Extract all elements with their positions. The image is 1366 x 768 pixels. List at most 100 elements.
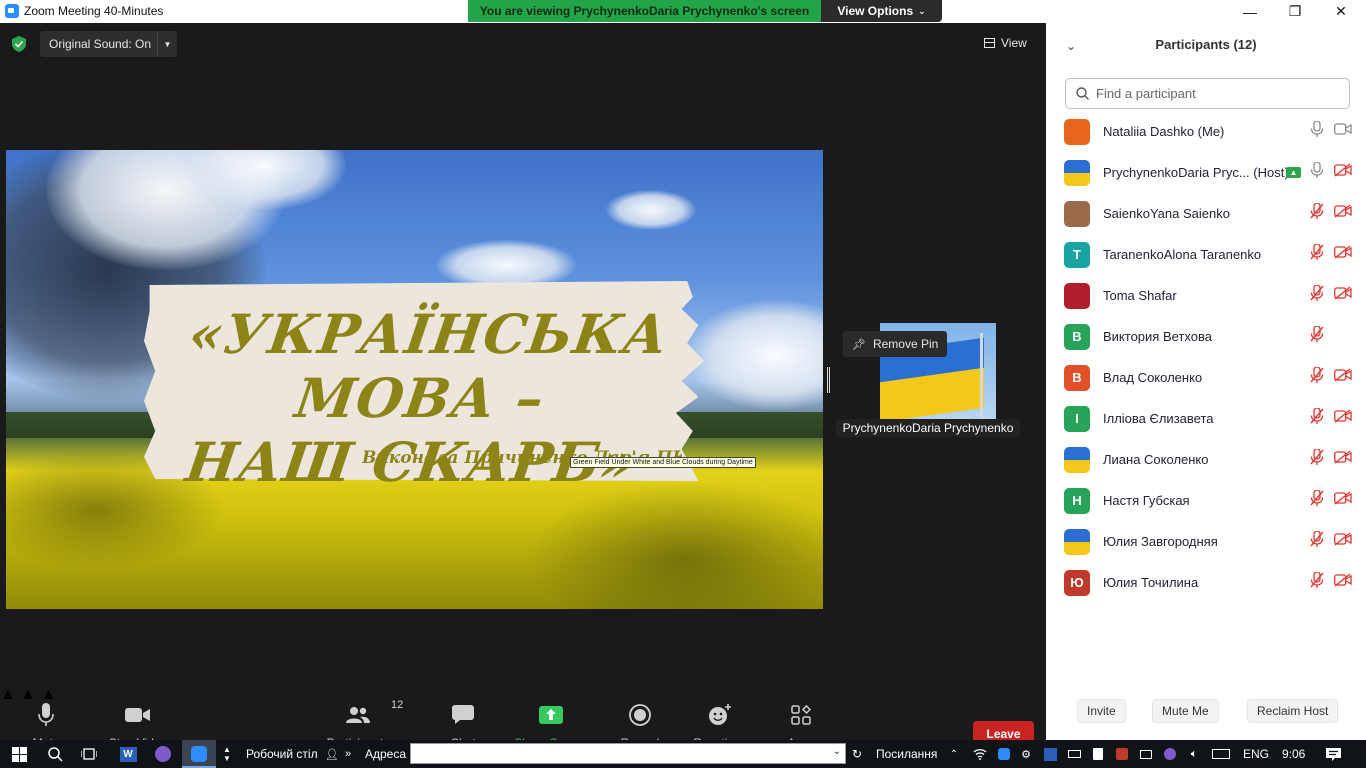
view-options-label: View Options [837, 4, 914, 18]
viber-tray-icon[interactable] [1162, 740, 1178, 768]
microphone-muted-icon[interactable] [1310, 448, 1324, 470]
participant-search[interactable] [1065, 78, 1350, 109]
task-view-icon[interactable] [76, 740, 102, 768]
participant-name: SaienkoYana Saienko [1103, 206, 1230, 221]
word-app-icon[interactable]: W [116, 740, 140, 768]
participant-row[interactable]: Юлия Завгородняя [1046, 521, 1366, 562]
minimize-button[interactable]: — [1227, 0, 1273, 23]
participant-status-icons [1310, 202, 1352, 224]
mute-options-caret-icon[interactable]: ▲ [0, 686, 16, 703]
invite-button[interactable]: Invite [1077, 699, 1126, 723]
video-camera-icon [125, 708, 150, 722]
participant-avatar: В [1064, 323, 1090, 350]
participant-status-icons [1310, 325, 1352, 347]
microphone-muted-icon[interactable] [1310, 366, 1324, 388]
participant-row[interactable]: Toma Shafar [1046, 275, 1366, 316]
window-title: Zoom Meeting 40-Minutes [24, 4, 164, 18]
settings-tray-icon[interactable]: ⚙︎ [1019, 740, 1033, 768]
participant-row[interactable]: І Ілліова Єлизавета [1046, 398, 1366, 439]
desktop-toolbar-label[interactable]: Робочий стіл [246, 740, 318, 768]
volume-icon[interactable]: 🔈︎ [1186, 740, 1202, 768]
caret-down-icon[interactable]: ▼ [157, 31, 177, 57]
zoom-taskbar-icon[interactable] [182, 740, 216, 768]
image-tooltip: Green Field Under White and Blue Clouds … [570, 457, 756, 468]
microphone-muted-icon[interactable] [1310, 489, 1324, 511]
keyboard-icon[interactable] [1210, 740, 1232, 768]
participant-name: Лиана Соколенко [1103, 452, 1209, 467]
participant-row[interactable]: PrychynenkoDaria Pryc... (Host) ▲ [1046, 152, 1366, 193]
notifications-icon[interactable] [1324, 740, 1342, 768]
mute-me-button[interactable]: Mute Me [1152, 699, 1219, 723]
participant-row[interactable]: Лиана Соколенко [1046, 439, 1366, 480]
participant-avatar: Ю [1064, 569, 1090, 596]
tray-app-icon[interactable] [1042, 740, 1058, 768]
microphone-muted-icon[interactable] [1310, 202, 1324, 224]
microphone-muted-icon[interactable] [1310, 284, 1324, 306]
restore-button[interactable]: ❐ [1272, 0, 1318, 23]
participant-row[interactable]: T TaranenkoAlona Taranenko [1046, 234, 1366, 275]
participant-row[interactable]: В Влад Соколенко [1046, 357, 1366, 398]
chevron-right-icon[interactable]: » [345, 740, 351, 768]
participant-row[interactable]: Н Настя Губская [1046, 480, 1366, 521]
shared-screen[interactable]: «УКРАЇНСЬКА МОВА – НАШ СКАРБ» Виконала П… [6, 150, 823, 609]
reactions-icon [709, 704, 731, 725]
view-options-button[interactable]: View Options ⌄ [821, 0, 942, 22]
viewing-screen-banner: You are viewing PrychynenkoDaria Prychyn… [468, 0, 821, 22]
participant-row[interactable]: SaienkoYana Saienko [1046, 193, 1366, 234]
microphone-muted-icon[interactable] [1310, 325, 1324, 347]
participant-row[interactable]: В Виктория Ветхова [1046, 316, 1366, 357]
search-icon [1076, 87, 1089, 100]
participant-row[interactable]: Nataliia Dashko (Me) [1046, 111, 1366, 152]
toolbar-scroll-icon[interactable]: ▲ ▼ [220, 740, 234, 768]
close-button[interactable]: ✕ [1318, 0, 1364, 23]
participant-avatar: В [1064, 364, 1090, 391]
language-indicator[interactable]: ENG [1243, 740, 1269, 768]
viber-app-icon[interactable] [150, 740, 176, 768]
address-input[interactable]: ⌄ [410, 743, 846, 764]
address-dropdown-icon[interactable]: ⌄ [833, 746, 841, 757]
participant-avatar: І [1064, 405, 1090, 432]
display-icon[interactable] [1138, 740, 1154, 768]
participant-row[interactable]: Ю Юлия Точилина [1046, 562, 1366, 603]
record-icon [629, 704, 651, 726]
microphone-muted-icon[interactable] [1310, 530, 1324, 552]
tray-expand-icon[interactable]: ⌃ [946, 740, 962, 768]
refresh-icon[interactable]: ↻ [850, 740, 864, 768]
participant-name: TaranenkoAlona Taranenko [1103, 247, 1262, 262]
remove-pin-button[interactable]: 📌︎ Remove Pin [843, 331, 948, 357]
participant-status-icons [1310, 284, 1352, 306]
participants-count: 12 [391, 699, 404, 711]
participant-name: Виктория Ветхова [1103, 329, 1212, 344]
clock[interactable]: 9:06 [1282, 740, 1305, 768]
microphone-muted-icon[interactable] [1310, 407, 1324, 429]
taskbar-search-icon[interactable] [42, 740, 68, 768]
wifi-icon[interactable] [972, 740, 988, 768]
panel-footer: Invite Mute Me Reclaim Host [1046, 696, 1366, 726]
antivirus-icon[interactable] [1114, 740, 1130, 768]
view-button[interactable]: View [984, 33, 1027, 53]
video-camera-off-icon [1334, 368, 1352, 387]
flag-pole [980, 333, 983, 419]
windows-start-icon[interactable] [6, 740, 32, 768]
shield-icon[interactable] [12, 36, 26, 52]
search-input[interactable] [1096, 86, 1336, 101]
original-sound-toggle[interactable]: Original Sound: On ▼ [40, 31, 177, 57]
field-shadow [526, 480, 823, 609]
participant-avatar: Н [1064, 487, 1090, 514]
microphone-icon[interactable] [1310, 161, 1324, 183]
microphone-icon[interactable] [1310, 120, 1324, 142]
zoom-tray-icon[interactable] [996, 740, 1012, 768]
links-label[interactable]: Посилання [876, 740, 937, 768]
video-camera-off-icon [1334, 532, 1352, 551]
split-handle[interactable] [827, 367, 830, 393]
participant-name: Влад Соколенко [1103, 370, 1203, 385]
microphone-muted-icon[interactable] [1310, 243, 1324, 265]
participant-avatar [1064, 118, 1090, 145]
battery-icon[interactable] [1066, 740, 1082, 768]
participant-name: Toma Shafar [1103, 288, 1177, 303]
reclaim-host-button[interactable]: Reclaim Host [1247, 699, 1339, 723]
microphone-muted-icon[interactable] [1310, 571, 1324, 593]
tray-doc-icon[interactable] [1090, 740, 1106, 768]
participants-panel: ⌄ Participants (12) Nataliia Dashko (Me)… [1046, 23, 1366, 740]
cloud [606, 190, 696, 230]
